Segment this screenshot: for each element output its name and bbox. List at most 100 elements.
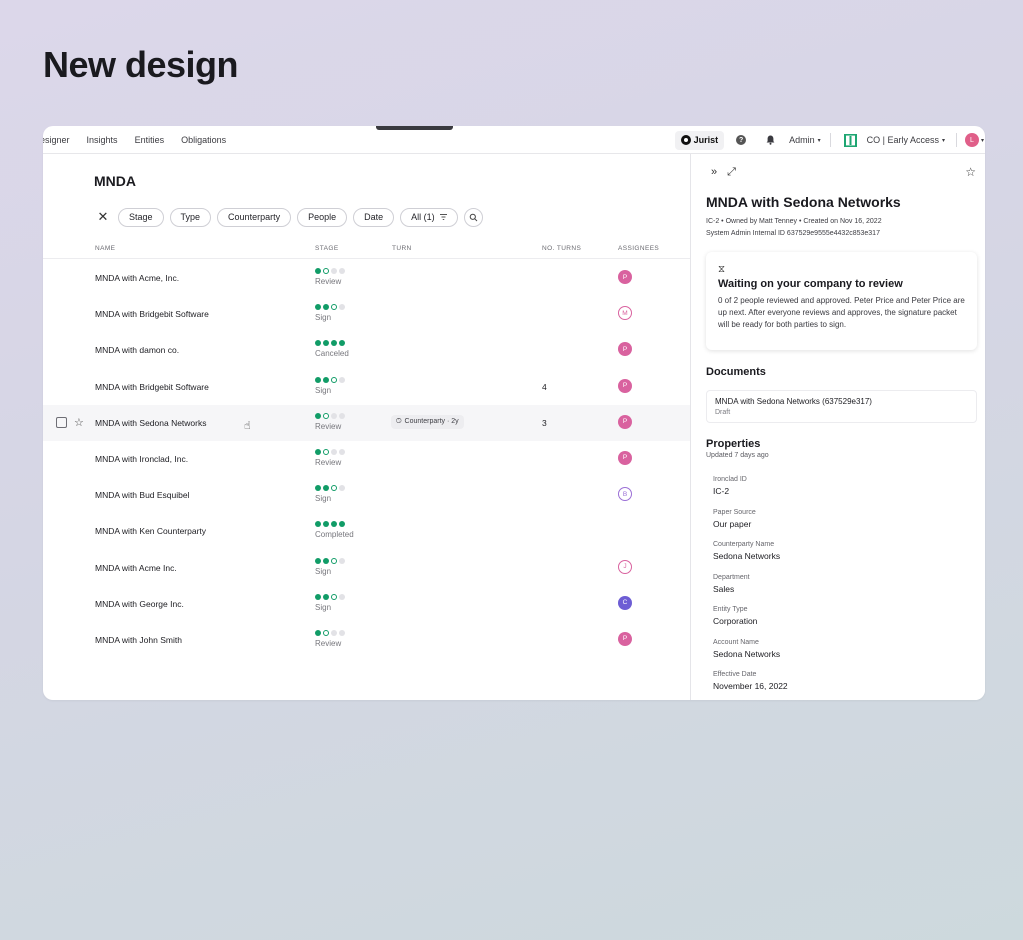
- row-stage: Review: [315, 267, 345, 286]
- avatar[interactable]: P: [618, 414, 632, 429]
- nav-link-entities[interactable]: Entities: [135, 135, 165, 145]
- stage-label: Review: [315, 277, 342, 286]
- column-header-turns[interactable]: NO. TURNS: [542, 245, 581, 252]
- close-icon[interactable]: ✕: [97, 209, 109, 225]
- stage-dot: [323, 448, 329, 455]
- chevron-down-icon[interactable]: ▾: [981, 137, 984, 144]
- property-value[interactable]: Sedona Networks: [713, 649, 788, 659]
- stage-label: Sign: [315, 313, 332, 323]
- user-avatar[interactable]: L: [964, 133, 979, 147]
- stage-label: Completed: [315, 530, 354, 540]
- stage-progress: [315, 376, 345, 384]
- row-stage: Sign: [315, 484, 345, 503]
- row-checkbox[interactable]: [56, 416, 67, 428]
- nav-link-insights[interactable]: Insights: [87, 135, 118, 145]
- row-name[interactable]: MNDA with damon co.: [95, 345, 179, 355]
- record-meta-line: IC-2 • Owned by Matt Tenney • Created on…: [706, 218, 882, 225]
- turn-badge: 🕓︎ Counterparty · 2y: [391, 414, 464, 429]
- property-value[interactable]: Sales: [713, 584, 788, 594]
- nav-link-esigner[interactable]: esigner: [43, 135, 70, 145]
- table-row[interactable]: ☆ MNDA with Sedona Networks Review 🕓︎ Counte…: [43, 404, 691, 441]
- avatar[interactable]: P: [618, 631, 632, 646]
- row-assignee: J: [618, 559, 632, 574]
- stage-progress: [315, 520, 354, 528]
- avatar[interactable]: M: [618, 306, 632, 321]
- stage-progress: [315, 339, 349, 347]
- nav-link-obligations[interactable]: Obligations: [181, 135, 226, 145]
- avatar[interactable]: J: [618, 559, 632, 574]
- table-row[interactable]: MNDA with Bud Esquibel Sign B: [43, 477, 691, 513]
- filter-counterparty[interactable]: Counterparty: [217, 207, 292, 227]
- filter-date[interactable]: Date: [353, 207, 395, 227]
- jurist-button[interactable]: Jurist: [674, 130, 725, 150]
- chevron-down-icon: ▾: [941, 137, 945, 144]
- row-name[interactable]: MNDA with Acme Inc.: [95, 563, 177, 573]
- stage-progress: [315, 412, 345, 420]
- filter-people[interactable]: People: [297, 207, 348, 227]
- table-row[interactable]: MNDA with damon co. Canceled P: [43, 332, 691, 368]
- row-name[interactable]: MNDA with Sedona Networks: [95, 418, 207, 428]
- filter-all[interactable]: All (1): [400, 207, 458, 227]
- property-label: Department: [713, 573, 750, 581]
- turn-label: Counterparty · 2y: [404, 418, 459, 426]
- column-header-turn[interactable]: TURN: [392, 245, 412, 252]
- stage-dot: [315, 521, 321, 528]
- stage-dot: [339, 340, 345, 347]
- row-stage: Sign: [315, 376, 345, 395]
- table-row[interactable]: MNDA with Bridgebit Software Sign M: [43, 296, 691, 332]
- search-button[interactable]: [463, 207, 483, 227]
- company-switcher[interactable]: CO | Early Access ▾: [867, 135, 945, 145]
- stage-dot: [315, 593, 321, 600]
- row-name[interactable]: MNDA with Ken Counterparty: [95, 526, 206, 536]
- avatar[interactable]: B: [618, 487, 632, 502]
- star-icon[interactable]: ☆: [74, 416, 84, 429]
- row-name[interactable]: MNDA with Ironclad, Inc.: [95, 454, 188, 464]
- table-row[interactable]: MNDA with Bridgebit Software Sign 4 P: [43, 369, 691, 405]
- table-row[interactable]: MNDA with George Inc. Sign C: [43, 586, 691, 622]
- stage-dot: [315, 485, 321, 492]
- row-name[interactable]: MNDA with Bridgebit Software: [95, 309, 209, 319]
- avatar[interactable]: P: [618, 342, 632, 357]
- property-value[interactable]: IC-2: [713, 486, 788, 496]
- stage-label: Sign: [315, 566, 332, 576]
- properties-heading: Properties: [706, 438, 761, 450]
- row-name[interactable]: MNDA with Bridgebit Software: [95, 382, 209, 392]
- table-row[interactable]: MNDA with Ironclad, Inc. Review P: [43, 441, 691, 477]
- column-header-stage[interactable]: STAGE: [315, 245, 339, 252]
- row-name[interactable]: MNDA with John Smith: [95, 635, 182, 645]
- expand-icon[interactable]: ⤢: [727, 166, 736, 179]
- stage-dot: [315, 304, 321, 311]
- row-assignee: P: [618, 450, 632, 465]
- avatar[interactable]: C: [618, 595, 632, 610]
- property-value[interactable]: Sedona Networks: [713, 551, 788, 561]
- table-row[interactable]: MNDA with Acme Inc. Sign J: [43, 550, 691, 586]
- help-icon[interactable]: ?: [736, 135, 747, 145]
- avatar[interactable]: P: [618, 378, 632, 393]
- document-card[interactable]: MNDA with Sedona Networks (637529e317) D…: [706, 390, 977, 423]
- collapse-panel-icon[interactable]: »: [711, 166, 717, 179]
- stage-dot: [331, 268, 337, 274]
- column-header-name[interactable]: NAME: [95, 245, 115, 252]
- stage-dot: [315, 412, 321, 419]
- admin-menu[interactable]: Admin ▾: [789, 135, 821, 145]
- row-name[interactable]: MNDA with George Inc.: [95, 599, 184, 609]
- property-value[interactable]: Corporation: [713, 616, 788, 626]
- property-item: Counterparty Name Sedona Networks: [713, 541, 788, 574]
- row-name[interactable]: MNDA with Bud Esquibel: [95, 490, 190, 500]
- property-value[interactable]: November 16, 2022: [713, 681, 788, 691]
- row-turn: 🕓︎ Counterparty · 2y: [391, 414, 464, 429]
- star-icon[interactable]: ☆: [965, 165, 976, 179]
- property-value[interactable]: Our paper: [713, 519, 788, 529]
- table-row[interactable]: MNDA with Acme, Inc. Review P: [43, 260, 691, 296]
- filter-type[interactable]: Type: [169, 207, 212, 227]
- table-row[interactable]: MNDA with Ken Counterparty Completed: [43, 513, 691, 549]
- table-row[interactable]: MNDA with John Smith Review P: [43, 622, 691, 658]
- stage-dot: [331, 340, 337, 347]
- column-header-assignees[interactable]: ASSIGNEES: [618, 245, 659, 252]
- bell-icon[interactable]: [765, 135, 775, 146]
- row-name[interactable]: MNDA with Acme, Inc.: [95, 273, 179, 283]
- avatar[interactable]: P: [618, 450, 632, 465]
- filter-stage[interactable]: Stage: [118, 207, 164, 227]
- avatar[interactable]: P: [618, 270, 632, 284]
- stage-progress: [315, 448, 345, 456]
